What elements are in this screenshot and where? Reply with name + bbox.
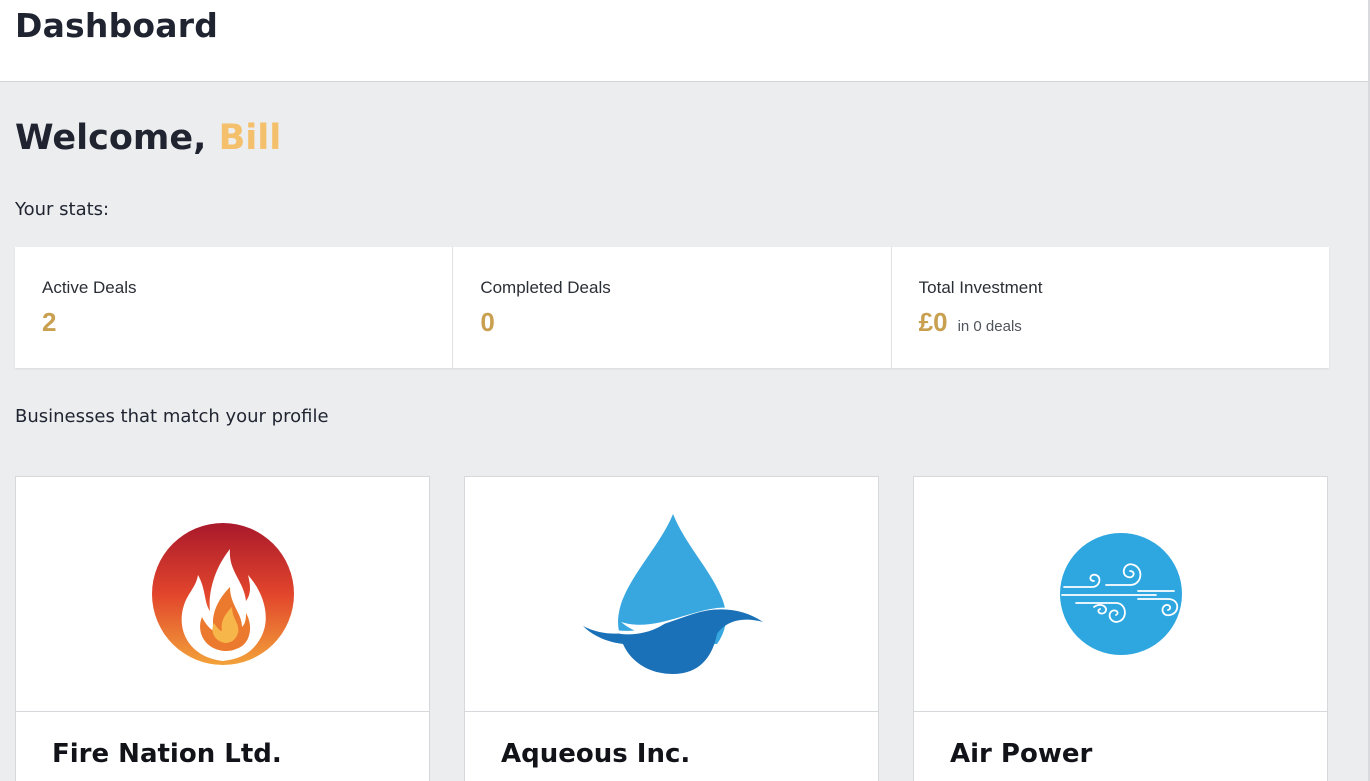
- businesses-section-label: Businesses that match your profile: [15, 406, 329, 427]
- business-name[interactable]: Aqueous Inc.: [501, 739, 690, 769]
- water-drop-logo-icon: [582, 514, 763, 674]
- business-name[interactable]: Air Power: [950, 739, 1092, 769]
- stat-subtext: in 0 deals: [957, 318, 1022, 335]
- business-logo-area: [465, 477, 878, 712]
- top-bar: Dashboard: [0, 0, 1370, 82]
- page-title: Dashboard: [15, 6, 219, 45]
- stat-number: £0: [918, 307, 948, 337]
- business-logo-area: [16, 477, 429, 712]
- business-card-aqueous[interactable]: Aqueous Inc.: [464, 476, 879, 781]
- stat-active-deals: Active Deals 2: [15, 247, 454, 368]
- wind-logo-icon: [1059, 533, 1182, 655]
- welcome-greeting: Welcome,: [15, 118, 207, 158]
- business-name[interactable]: Fire Nation Ltd.: [52, 739, 282, 769]
- stat-number: 0: [480, 307, 495, 337]
- welcome-heading: Welcome, Bill: [15, 118, 281, 158]
- stats-panel: Active Deals 2 Completed Deals 0 Total I…: [15, 247, 1329, 368]
- stat-label: Total Investment: [918, 278, 1043, 297]
- stat-value: 0: [480, 307, 494, 338]
- stat-value: £0 in 0 deals: [919, 307, 1022, 338]
- fire-logo-icon: [151, 523, 294, 665]
- business-card-air-power[interactable]: Air Power: [913, 476, 1328, 781]
- stats-section-label: Your stats:: [15, 199, 110, 220]
- business-card-fire-nation[interactable]: Fire Nation Ltd.: [15, 476, 430, 781]
- welcome-user-name: Bill: [218, 118, 282, 158]
- stat-completed-deals: Completed Deals 0: [453, 247, 892, 368]
- stat-total-investment: Total Investment £0 in 0 deals: [892, 247, 1329, 368]
- stat-value: 2: [42, 307, 56, 338]
- stat-number: 2: [42, 307, 57, 337]
- stat-label: Completed Deals: [480, 278, 611, 297]
- stat-label: Active Deals: [42, 278, 137, 297]
- business-logo-area: [914, 477, 1327, 712]
